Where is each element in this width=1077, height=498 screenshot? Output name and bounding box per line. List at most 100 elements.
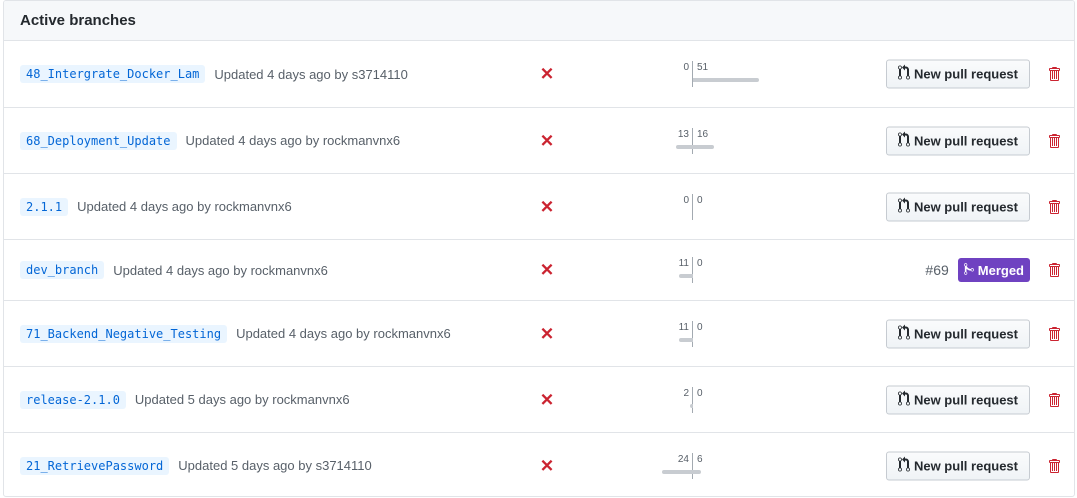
active-branches-box: Active branches 48_Intergrate_Docker_Lam… <box>3 0 1075 497</box>
merged-badge: Merged <box>957 258 1030 282</box>
new-pull-request-button[interactable]: New pull request <box>885 192 1030 221</box>
behind-count: 13 <box>677 128 689 140</box>
trash-icon[interactable] <box>1046 261 1062 279</box>
branch-row: 71_Backend_Negative_Testing Updated 4 day… <box>4 300 1074 366</box>
new-pull-request-label: New pull request <box>913 133 1018 148</box>
x-icon[interactable]: ✕ <box>540 66 554 83</box>
ahead-count: 0 <box>697 321 703 333</box>
branch-info: 21_RetrievePassword Updated 5 days ago by… <box>20 456 372 475</box>
ahead-count: 51 <box>697 62 709 73</box>
ahead-behind-divider <box>692 386 693 413</box>
ahead-count: 0 <box>697 387 703 399</box>
x-icon[interactable]: ✕ <box>540 198 554 215</box>
branch-action: New pull request <box>885 385 1030 414</box>
branch-info: 48_Intergrate_Docker_Lam Updated 4 days a… <box>20 65 408 83</box>
new-pull-request-button[interactable]: New pull request <box>885 385 1030 414</box>
ahead-behind-divider <box>692 127 693 154</box>
updated-text: Updated 5 days ago by s3714110 <box>178 458 372 473</box>
branch-action: New pull request <box>885 319 1030 348</box>
new-pull-request-label: New pull request <box>913 326 1018 341</box>
branch-name-link[interactable]: release-2.1.0 <box>20 390 126 409</box>
updated-text: Updated 4 days ago by rockmanvnx6 <box>113 262 328 278</box>
git-pull-request-icon <box>897 324 914 343</box>
trash-icon[interactable] <box>1046 325 1062 343</box>
updated-text: Updated 5 days ago by rockmanvnx6 <box>134 392 350 407</box>
behind-count: 11 <box>678 258 689 269</box>
x-icon[interactable]: ✕ <box>540 391 554 408</box>
branch-info: release-2.1.0 Updated 5 days ago by rockm… <box>20 390 350 409</box>
git-pull-request-icon <box>897 456 914 475</box>
branch-info: 2.1.1 Updated 4 days ago by rockmanvnx6 <box>20 197 292 216</box>
branch-row: 2.1.1 Updated 4 days ago by rockmanvnx6 ✕ 0… <box>4 173 1074 239</box>
new-pull-request-button[interactable]: New pull request <box>885 451 1030 480</box>
behind-count: 0 <box>683 62 689 73</box>
branch-name-link[interactable]: 2.1.1 <box>20 197 69 216</box>
x-icon[interactable]: ✕ <box>540 457 554 474</box>
branch-action: New pull request <box>885 126 1030 155</box>
branch-info: 71_Backend_Negative_Testing Updated 4 day… <box>20 324 451 343</box>
trash-icon[interactable] <box>1046 457 1062 475</box>
behind-count: 2 <box>683 387 689 399</box>
git-pull-request-icon <box>897 64 914 84</box>
behind-count: 24 <box>677 453 689 465</box>
branch-name-link[interactable]: 71_Backend_Negative_Testing <box>20 324 228 343</box>
branch-name-link[interactable]: 48_Intergrate_Docker_Lam <box>20 65 206 83</box>
new-pull-request-label: New pull request <box>913 199 1018 214</box>
new-pull-request-label: New pull request <box>913 458 1018 473</box>
new-pull-request-label: New pull request <box>913 66 1018 82</box>
new-pull-request-button[interactable]: New pull request <box>885 319 1030 348</box>
pr-number-link[interactable]: #69 <box>925 262 948 278</box>
behind-count: 0 <box>683 194 689 206</box>
ahead-bar <box>693 144 714 149</box>
behind-bar <box>661 469 693 474</box>
merged-label: Merged <box>977 262 1024 278</box>
branch-action: New pull request <box>885 451 1030 480</box>
behind-bar <box>676 144 693 149</box>
ahead-behind-divider <box>692 193 693 220</box>
behind-count: 11 <box>678 321 689 333</box>
ahead-count: 6 <box>697 453 703 465</box>
new-pull-request-label: New pull request <box>913 392 1018 407</box>
branch-action: New pull request <box>885 192 1030 221</box>
branch-action: New pull request <box>885 59 1030 89</box>
x-icon[interactable]: ✕ <box>540 132 554 149</box>
trash-icon[interactable] <box>1046 391 1062 409</box>
merge-icon <box>963 262 978 279</box>
ahead-behind-divider <box>692 320 693 347</box>
behind-bar <box>678 337 693 342</box>
ahead-behind-divider <box>692 257 693 283</box>
git-pull-request-icon <box>897 197 914 216</box>
ahead-count: 16 <box>697 128 709 140</box>
ahead-behind-divider <box>692 61 693 87</box>
branch-row: release-2.1.0 Updated 5 days ago by rockm… <box>4 366 1074 432</box>
branch-info: dev_branch Updated 4 days ago by rockmanv… <box>20 261 328 279</box>
box-header: Active branches <box>4 1 1074 41</box>
updated-text: Updated 4 days ago by rockmanvnx6 <box>185 133 401 148</box>
new-pull-request-button[interactable]: New pull request <box>885 59 1030 89</box>
new-pull-request-button[interactable]: New pull request <box>885 126 1030 155</box>
behind-bar <box>678 274 693 278</box>
branch-name-link[interactable]: dev_branch <box>20 261 105 279</box>
ahead-bar <box>693 469 701 474</box>
x-icon[interactable]: ✕ <box>540 325 554 342</box>
ahead-count: 0 <box>697 258 703 269</box>
trash-icon[interactable] <box>1046 132 1062 150</box>
branch-list: 48_Intergrate_Docker_Lam Updated 4 days a… <box>4 41 1074 496</box>
ahead-behind-divider <box>692 452 693 479</box>
branch-row: 21_RetrievePassword Updated 5 days ago by… <box>4 432 1074 496</box>
git-pull-request-icon <box>897 390 914 409</box>
updated-text: Updated 4 days ago by rockmanvnx6 <box>77 199 292 214</box>
behind-bar <box>690 403 693 408</box>
branch-action: #69 Merged <box>925 258 1030 282</box>
branch-row: 68_Deployment_Update Updated 4 days ago b… <box>4 107 1074 173</box>
branch-name-link[interactable]: 21_RetrievePassword <box>20 456 170 475</box>
branch-name-link[interactable]: 68_Deployment_Update <box>20 131 177 150</box>
trash-icon[interactable] <box>1046 65 1062 83</box>
branch-info: 68_Deployment_Update Updated 4 days ago b… <box>20 131 401 150</box>
ahead-count: 0 <box>697 194 703 206</box>
git-pull-request-icon <box>897 131 914 150</box>
trash-icon[interactable] <box>1046 198 1062 216</box>
x-icon[interactable]: ✕ <box>540 262 554 279</box>
updated-text: Updated 4 days ago by rockmanvnx6 <box>236 326 451 341</box>
ahead-bar <box>693 78 760 82</box>
